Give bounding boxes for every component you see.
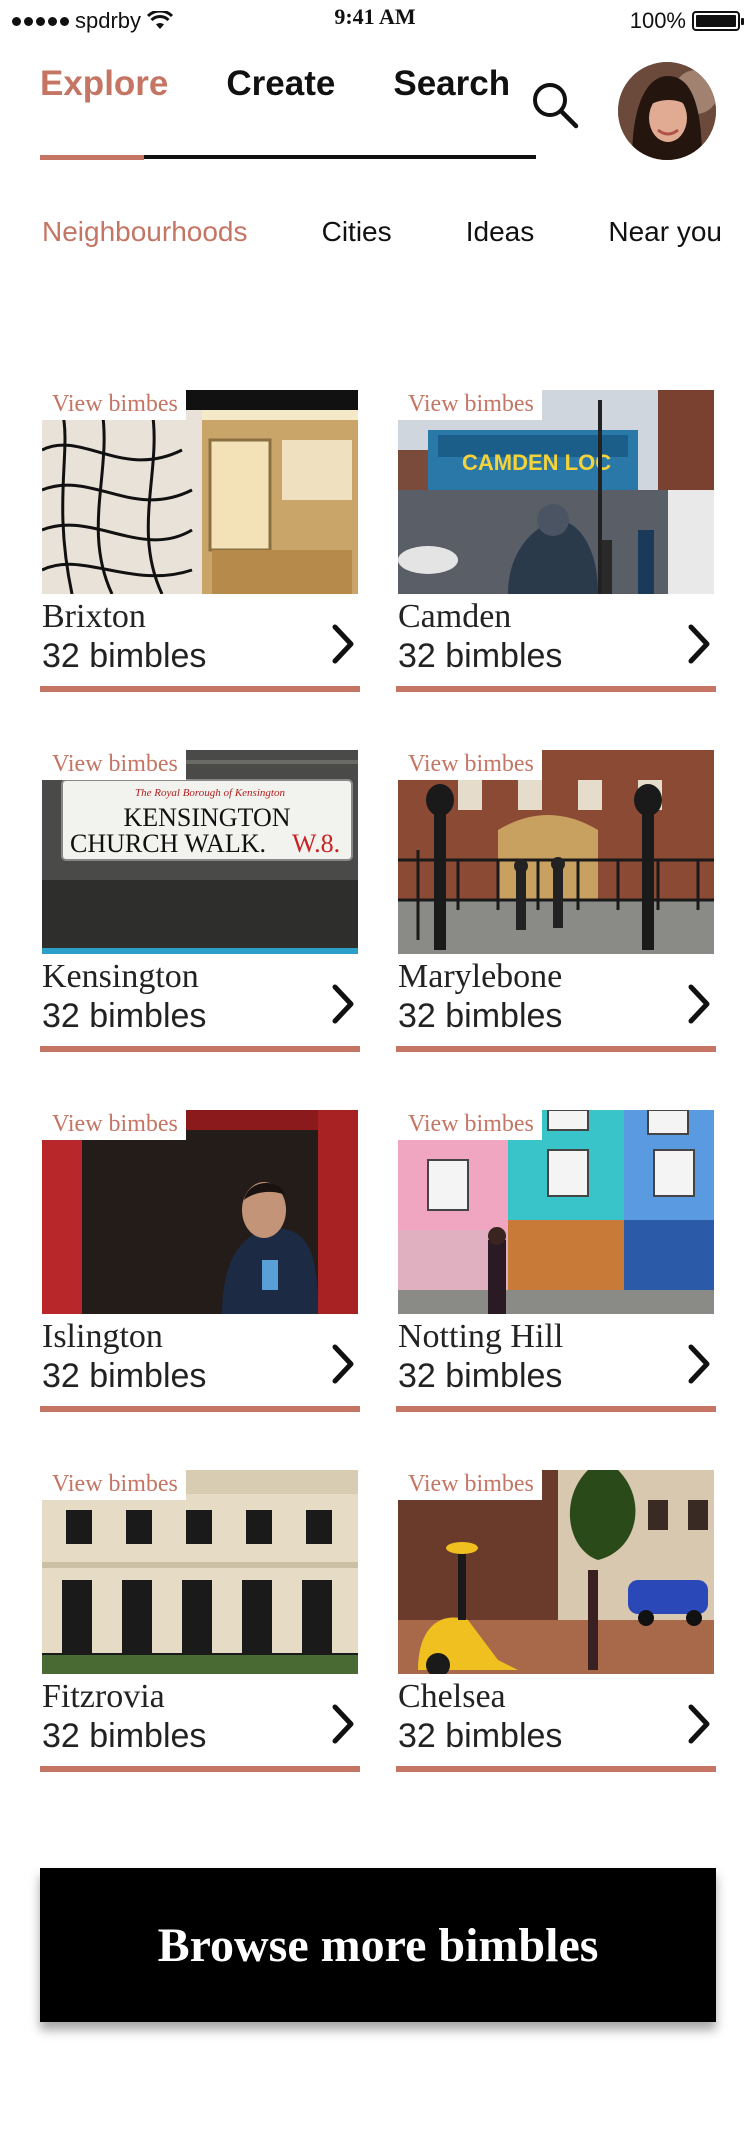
browse-more-button[interactable]: Browse more bimbles: [40, 1868, 716, 2022]
card-title: Kensington: [42, 958, 199, 995]
search-icon: [533, 83, 579, 129]
card-underline: [40, 686, 360, 692]
kensington-sign-line1: KENSINGTON: [123, 803, 290, 832]
tab-explore[interactable]: Explore: [40, 64, 168, 104]
view-bimbles-badge[interactable]: View bimbes: [42, 1470, 186, 1500]
camden-sign: CAMDEN LOC: [462, 450, 611, 475]
card-title: Brixton: [42, 598, 146, 635]
view-bimbles-badge[interactable]: View bimbes: [398, 1110, 542, 1140]
view-bimbles-badge[interactable]: View bimbes: [398, 1470, 542, 1500]
neighbourhood-card-fitzrovia[interactable]: View bimbes Fitzrovia 32 bimbles: [40, 1470, 360, 1774]
neighbourhood-card-marylebone[interactable]: View bimbes Marylebone 32 bimbles: [396, 750, 716, 1054]
islington-photo: [42, 1110, 358, 1314]
card-underline: [40, 1046, 360, 1052]
card-count: 32 bimbles: [42, 637, 207, 675]
marylebone-photo: [398, 750, 714, 954]
tab-search[interactable]: Search: [393, 64, 510, 104]
chevron-right-icon[interactable]: [330, 1702, 356, 1746]
subnav-cities[interactable]: Cities: [322, 216, 392, 248]
top-nav: Explore Create Search: [40, 64, 510, 104]
card-title: Camden: [398, 598, 512, 635]
view-bimbles-badge[interactable]: View bimbes: [398, 390, 542, 420]
subnav-near-you[interactable]: Near you: [608, 216, 722, 248]
view-bimbles-badge[interactable]: View bimbes: [42, 1110, 186, 1140]
card-count: 32 bimbles: [398, 1717, 563, 1755]
card-count: 32 bimbles: [42, 1357, 207, 1395]
chevron-right-icon[interactable]: [686, 1702, 712, 1746]
card-count: 32 bimbles: [398, 637, 563, 675]
neighbourhood-card-notting-hill[interactable]: View bimbes Notting Hill 32 bimbles: [396, 1110, 716, 1414]
card-count: 32 bimbles: [42, 1717, 207, 1755]
card-title: Notting Hill: [398, 1318, 564, 1355]
neighbourhood-card-brixton[interactable]: View bimbes Brixton 32 bimbles: [40, 390, 360, 694]
card-title: Islington: [42, 1318, 163, 1355]
battery-status: 100%: [629, 8, 744, 34]
card-count: 32 bimbles: [398, 1357, 563, 1395]
kensington-photo: The Royal Borough of Kensington KENSINGT…: [42, 750, 358, 954]
neighbourhood-card-islington[interactable]: View bimbes Islington 32 bimbles: [40, 1110, 360, 1414]
fitzrovia-photo: [42, 1470, 358, 1674]
notting-hill-photo: [398, 1110, 714, 1314]
tab-create[interactable]: Create: [226, 64, 335, 104]
kensington-sign-line2: CHURCH WALK.: [70, 829, 266, 858]
card-title: Chelsea: [398, 1678, 506, 1715]
search-button[interactable]: [530, 80, 580, 130]
avatar[interactable]: [618, 62, 716, 160]
chevron-right-icon[interactable]: [686, 1342, 712, 1386]
chevron-right-icon[interactable]: [330, 622, 356, 666]
kensington-sign-top: The Royal Borough of Kensington: [135, 787, 285, 799]
active-tab-indicator: [40, 155, 144, 160]
chevron-right-icon[interactable]: [330, 1342, 356, 1386]
camden-photo: CAMDEN LOC: [398, 390, 714, 594]
neighbourhood-card-kensington[interactable]: The Royal Borough of Kensington KENSINGT…: [40, 750, 360, 1054]
browse-more-label: Browse more bimbles: [157, 1918, 599, 1972]
subnav-neighbourhoods[interactable]: Neighbourhoods: [42, 216, 248, 248]
card-underline: [396, 1766, 716, 1772]
card-count: 32 bimbles: [398, 997, 563, 1035]
card-title: Marylebone: [398, 958, 563, 995]
nav-underline: [40, 155, 536, 160]
view-bimbles-badge[interactable]: View bimbes: [42, 750, 186, 780]
view-bimbles-badge[interactable]: View bimbes: [398, 750, 542, 780]
battery-percent: 100%: [629, 8, 686, 33]
chevron-right-icon[interactable]: [686, 622, 712, 666]
kensington-sign-code: W.8.: [292, 829, 340, 858]
chevron-right-icon[interactable]: [686, 982, 712, 1026]
brixton-photo: [42, 390, 358, 594]
view-bimbles-badge[interactable]: View bimbes: [42, 390, 186, 420]
card-underline: [396, 1406, 716, 1412]
card-underline: [40, 1406, 360, 1412]
subnav-ideas[interactable]: Ideas: [466, 216, 535, 248]
chelsea-photo: [398, 1470, 714, 1674]
card-count: 32 bimbles: [42, 997, 207, 1035]
card-underline: [396, 686, 716, 692]
chevron-right-icon[interactable]: [330, 982, 356, 1026]
card-underline: [396, 1046, 716, 1052]
battery-icon: [692, 11, 744, 31]
neighbourhood-grid: View bimbes Brixton 32 bimbles CAMDEN LO…: [40, 390, 716, 1774]
card-underline: [40, 1766, 360, 1772]
neighbourhood-card-camden[interactable]: CAMDEN LOC View bimbes Camden 32 bimbles: [396, 390, 716, 694]
sub-nav: Neighbourhoods Cities Ideas Near you: [42, 216, 722, 248]
card-title: Fitzrovia: [42, 1678, 165, 1715]
status-bar: spdrby 9:41 AM 100%: [0, 0, 750, 40]
avatar-portrait: [618, 62, 716, 160]
neighbourhood-card-chelsea[interactable]: View bimbes Chelsea 32 bimbles: [396, 1470, 716, 1774]
